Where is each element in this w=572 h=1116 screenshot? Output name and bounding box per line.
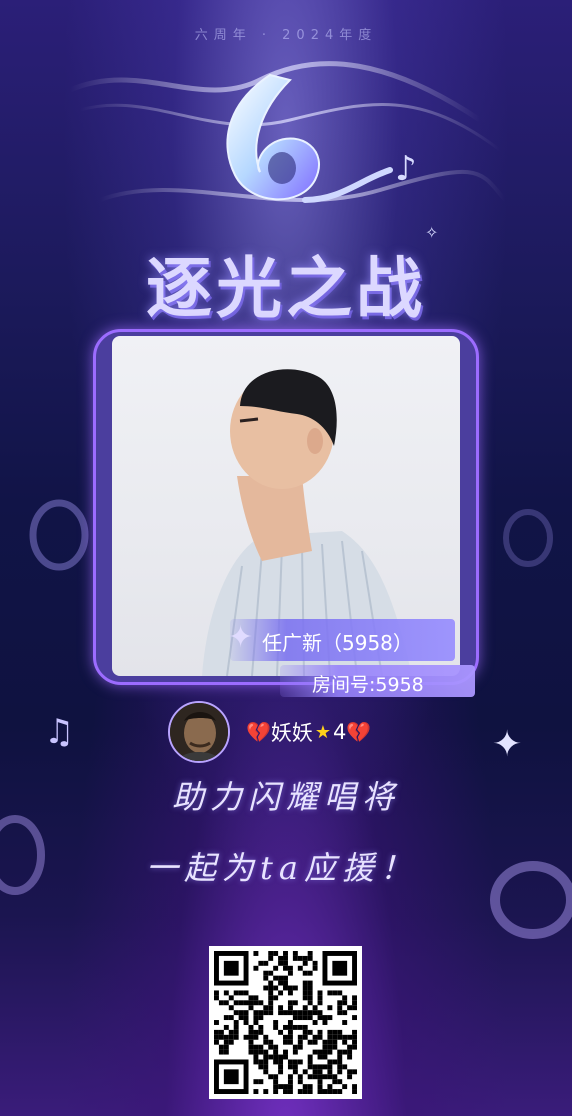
broken-heart-icon: 💔: [246, 720, 271, 744]
slogan-line-1: 助力闪耀唱将: [171, 778, 400, 816]
slogan-line-2: 一起为ta应援！: [146, 849, 418, 887]
broken-heart-icon: 💔: [346, 720, 372, 744]
supporter-info: 💔 妖妖 ★ 4 💔: [246, 717, 371, 747]
event-title: 逐光之战: [146, 249, 426, 327]
ring-left-icon: [29, 499, 89, 571]
logo-six-icon: ♪ ✧: [69, 61, 507, 240]
music-note-icon: ♫: [44, 712, 75, 752]
poster: 六周年 · 2024年度 ♪ ✧ 逐光之战 ♫ ✦ ✦ 任广新（5958） 房间…: [0, 0, 572, 1116]
qr-code[interactable]: [209, 946, 362, 1099]
sparkle-icon: ✦: [492, 724, 523, 765]
event-header: 六周年 · 2024年度: [194, 28, 378, 43]
qr-code-icon: [214, 951, 357, 1094]
star-icon: ★: [314, 721, 332, 743]
ring-right-small-icon: [503, 509, 553, 567]
svg-text:♪: ♪: [395, 149, 417, 189]
room-number: 房间号:5958: [312, 674, 424, 696]
star-sparkle-icon: ✦: [228, 620, 254, 655]
supporter-level: 4: [333, 720, 347, 744]
avatar[interactable]: [168, 701, 230, 763]
avatar-image-icon: [170, 703, 228, 761]
supporter-name: 妖妖: [270, 721, 313, 745]
singer-name: 任广新（5958）: [262, 631, 413, 655]
